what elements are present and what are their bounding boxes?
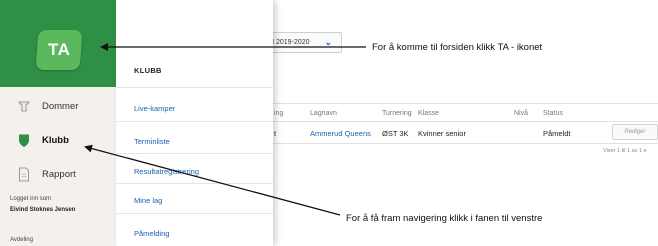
annotation-arrows — [84, 43, 366, 216]
arrow-to-sidebar — [84, 144, 341, 216]
